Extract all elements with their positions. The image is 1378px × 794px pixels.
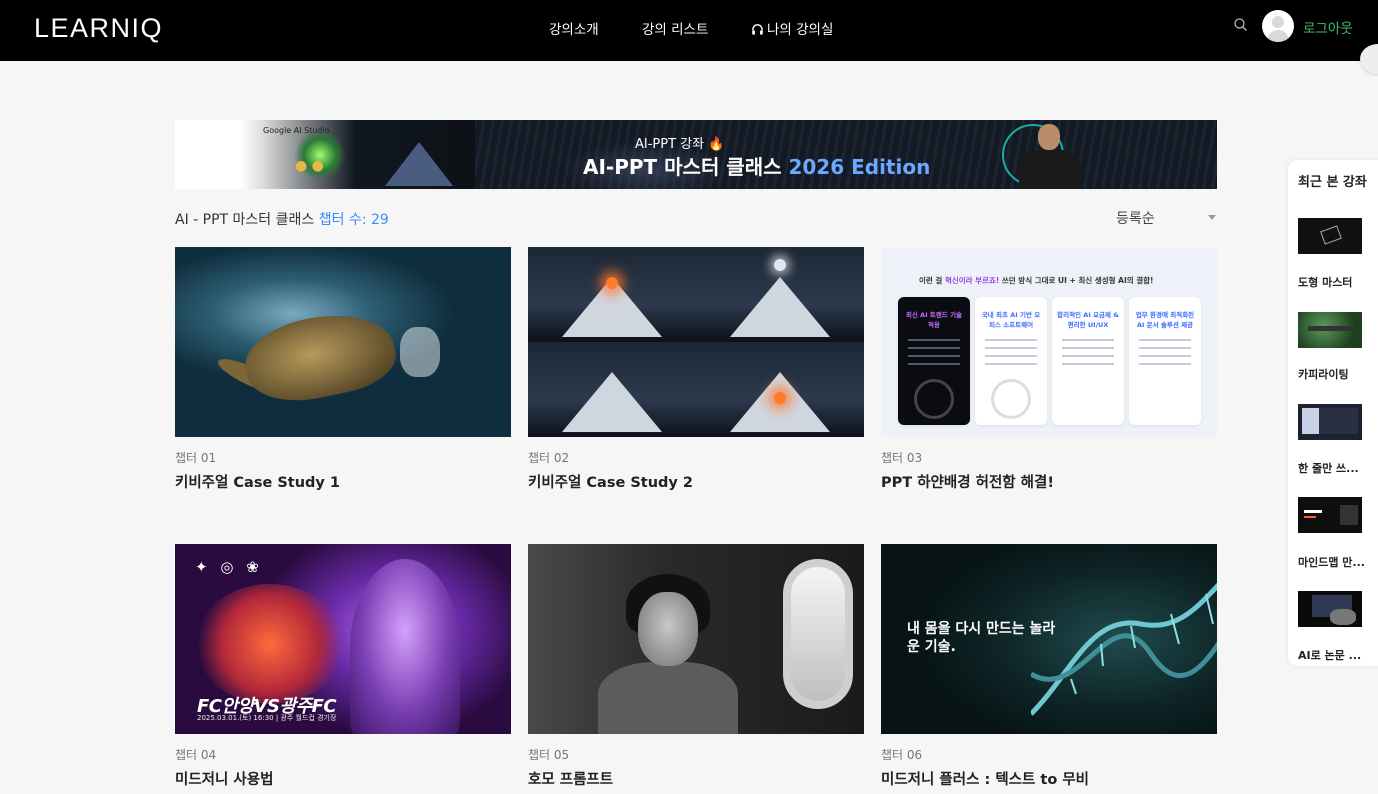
thumbnail-headline-pre: 이런 걸: [919, 276, 945, 285]
banner-subtitle: AI-PPT 강좌 🔥: [635, 137, 725, 152]
chapter-number: 챕터 06: [881, 748, 923, 762]
thumbnail-date: 2025.03.01.(토) 16:30 | 광주 월드컵 경기장: [197, 714, 337, 722]
chapter-thumbnail[interactable]: [528, 247, 864, 437]
feature-column-title: 합리적인 AI 요금제 & 편리한 UI/UX: [1057, 311, 1119, 329]
recent-course-thumbnail[interactable]: [1298, 591, 1362, 627]
chapter-title[interactable]: 호모 프롬프트: [528, 768, 864, 789]
chapter-card[interactable]: 이런 걸 혁신이라 부르죠! 쓰던 방식 그대로 UI + 최신 생성형 AI의…: [881, 247, 1217, 492]
chapter-card[interactable]: 챕터 01 키비주얼 Case Study 1: [175, 247, 511, 492]
chapter-number: 챕터 05: [528, 748, 570, 762]
chapter-title[interactable]: 키비주얼 Case Study 1: [175, 471, 511, 492]
chapter-card[interactable]: ✦ ◎ ❀ FC안양VS광주FC 2025.03.01.(토) 16:30 | …: [175, 544, 511, 789]
chapter-card[interactable]: 챕터 05 호모 프롬프트: [528, 544, 864, 789]
chapter-thumbnail[interactable]: 내 몸을 다시 만드는 놀라운 기술.: [881, 544, 1217, 734]
chapter-card[interactable]: 내 몸을 다시 만드는 놀라운 기술. 챕터 06 미드저니 플러스 : 텍스트…: [881, 544, 1217, 789]
banner-title-highlight: 2026 Edition: [788, 155, 931, 179]
recent-course-label[interactable]: AI로 논문 ...: [1298, 647, 1361, 663]
logout-button[interactable]: 로그아웃: [1303, 17, 1353, 37]
chapter-thumbnail[interactable]: [175, 247, 511, 437]
nav-my-classroom-label: 나의 강의실: [767, 22, 834, 38]
chapter-thumbnail[interactable]: ✦ ◎ ❀ FC안양VS광주FC 2025.03.01.(토) 16:30 | …: [175, 544, 511, 734]
feature-column-title: 국내 최초 AI 기반 오피스 소프트웨어: [981, 311, 1041, 329]
chapter-title[interactable]: 키비주얼 Case Study 2: [528, 471, 864, 492]
recent-course-thumbnail[interactable]: [1298, 312, 1362, 348]
sort-select[interactable]: 등록순: [1116, 208, 1218, 228]
chapter-thumbnail[interactable]: 이런 걸 혁신이라 부르죠! 쓰던 방식 그대로 UI + 최신 생성형 AI의…: [881, 247, 1217, 437]
headphones-icon: [752, 24, 763, 35]
chapter-count: 챕터 수: 29: [318, 212, 389, 228]
course-name: AI - PPT 마스터 클래스: [175, 212, 315, 228]
sort-selected-value: 등록순: [1116, 211, 1155, 227]
thumbnail-headline-violet: 혁신이라 부르죠!: [944, 276, 1000, 285]
chapter-number: 챕터 03: [881, 451, 923, 465]
recent-course-label[interactable]: 마인드맵 만...: [1298, 554, 1365, 570]
chapter-number: 챕터 02: [528, 451, 570, 465]
recent-course-label[interactable]: 한 줄만 쓰...: [1298, 460, 1359, 476]
feature-column: 업무 환경에 최적화된 AI 문서 솔루션 제공: [1129, 297, 1201, 425]
logo[interactable]: LEARNIQ: [34, 13, 163, 44]
chapter-thumbnail[interactable]: [528, 544, 864, 734]
recent-course-label[interactable]: 카피라이팅: [1298, 366, 1349, 382]
recent-courses-panel: 최근 본 강좌 도형 마스터 카피라이팅 한 줄만 쓰... 마인드맵 만...…: [1288, 160, 1378, 666]
banner-decor: ● ●: [295, 158, 324, 174]
recent-course-thumbnail[interactable]: [1298, 404, 1362, 440]
feature-column-title: 업무 환경에 최적화된 AI 문서 솔루션 제공: [1135, 311, 1195, 329]
thumbnail-headline: 내 몸을 다시 만드는 놀라운 기술.: [907, 621, 1056, 655]
course-title: AI - PPT 마스터 클래스 챕터 수: 29: [175, 209, 389, 229]
club-emblems-icon: ✦ ◎ ❀: [195, 558, 263, 576]
chapter-number: 챕터 01: [175, 451, 217, 465]
recent-course-thumbnail[interactable]: [1298, 218, 1362, 254]
banner-title-prefix: AI-PPT 마스터 클래스: [583, 155, 789, 179]
nav-course-intro[interactable]: 강의소개: [549, 18, 599, 38]
chapter-title[interactable]: 미드저니 플러스 : 텍스트 to 무비: [881, 768, 1217, 789]
chapter-card[interactable]: 챕터 02 키비주얼 Case Study 2: [528, 247, 864, 492]
feature-column: 국내 최초 AI 기반 오피스 소프트웨어: [975, 297, 1047, 425]
chevron-down-icon: [1208, 215, 1216, 220]
nav-course-list[interactable]: 강의 리스트: [642, 18, 708, 38]
recent-course-label[interactable]: 도형 마스터: [1298, 274, 1352, 290]
banner-title: AI-PPT 마스터 클래스 2026 Edition: [583, 151, 930, 180]
banner-instructor-photo: [1015, 124, 1085, 189]
feature-column: 합리적인 AI 요금제 & 편리한 UI/UX: [1052, 297, 1124, 425]
chapter-number: 챕터 04: [175, 748, 217, 762]
course-banner[interactable]: Google AI Studio ● ● AI-PPT 강좌 🔥 AI-PPT …: [175, 120, 1217, 189]
nav-my-classroom[interactable]: 나의 강의실: [751, 18, 833, 38]
recent-course-thumbnail[interactable]: [1298, 497, 1362, 533]
thumbnail-headline-post: 쓰던 방식 그대로 UI + 최신 생성형 AI의 결합!: [999, 276, 1154, 285]
feature-column-title: 최신 AI 트렌드 기술 적용: [905, 311, 963, 329]
top-nav-bar: LEARNIQ 강의소개 강의 리스트 나의 강의실 로그아웃: [0, 0, 1378, 61]
feature-column: 최신 AI 트렌드 기술 적용: [898, 297, 970, 425]
thumbnail-headline: 이런 걸 혁신이라 부르죠! 쓰던 방식 그대로 UI + 최신 생성형 AI의…: [919, 275, 1153, 286]
chapter-title[interactable]: PPT 하얀배경 허전함 해결!: [881, 471, 1217, 492]
banner-mountain-image: [385, 142, 453, 186]
dna-helix-image: [1031, 582, 1217, 716]
search-icon[interactable]: [1233, 17, 1249, 33]
recent-courses-heading: 최근 본 강좌: [1298, 175, 1367, 190]
chapter-title[interactable]: 미드저니 사용법: [175, 768, 511, 789]
user-avatar-icon[interactable]: [1262, 10, 1294, 42]
